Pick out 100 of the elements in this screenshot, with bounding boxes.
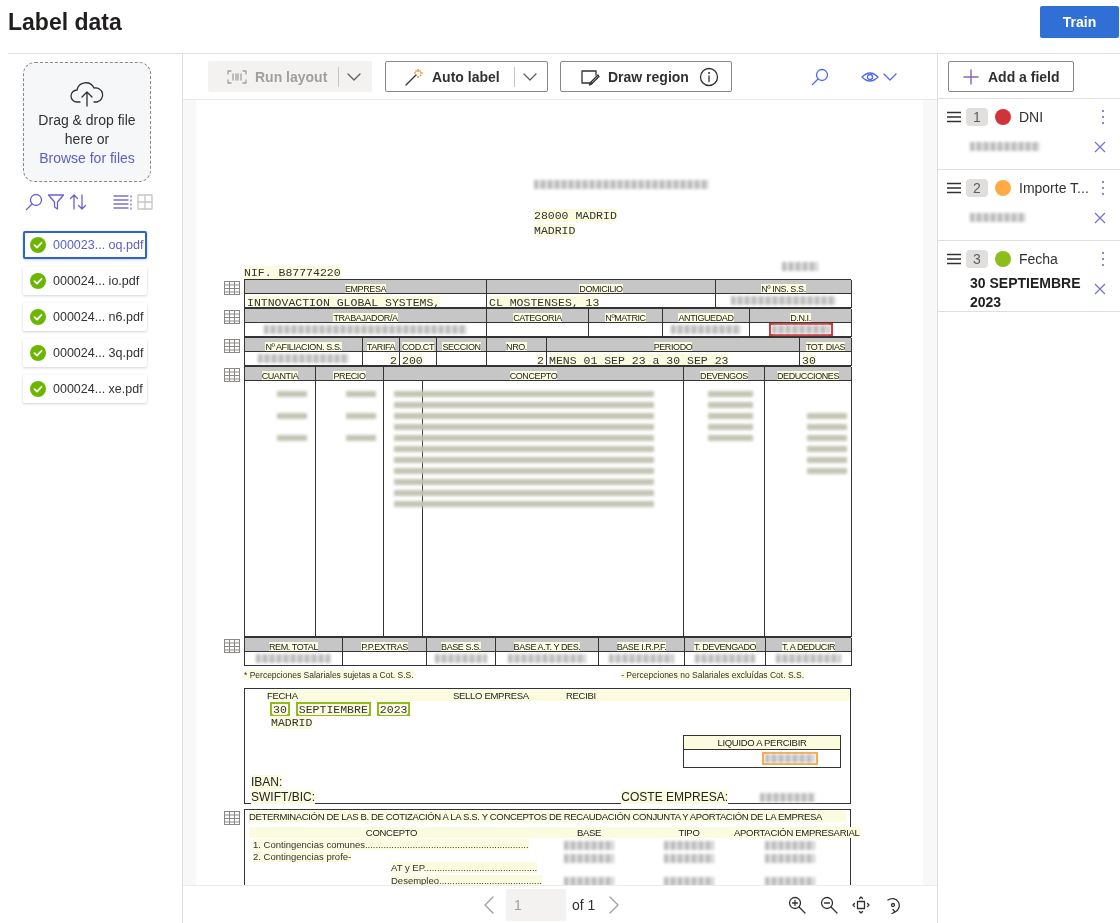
more-options-icon[interactable] — [1100, 251, 1106, 267]
file-item[interactable]: 000024... io.pdf — [23, 267, 147, 295]
column-header: P.P.EXTRAS — [361, 642, 408, 651]
file-item[interactable]: 000024... 3q.pdf — [23, 339, 147, 367]
file-item[interactable]: 000024... xe.pdf — [23, 375, 147, 403]
cost-label: COSTE EMPRESA: — [621, 790, 728, 804]
zoom-in-icon[interactable] — [788, 895, 806, 914]
redacted-text — [771, 325, 830, 334]
browse-files-link[interactable]: Browse for files — [39, 149, 135, 168]
table-cell: 2 — [537, 354, 544, 365]
table-icon[interactable] — [224, 281, 240, 295]
eye-icon[interactable] — [861, 70, 879, 83]
column-header: CONCEPTO — [249, 827, 534, 838]
chevron-left-icon[interactable] — [484, 895, 494, 914]
column-header: CONCEPTO — [509, 371, 558, 380]
table-cell: 200 — [402, 354, 423, 365]
column-header: COD.CT — [401, 342, 435, 351]
file-item[interactable]: 000024... n6.pdf — [23, 303, 147, 331]
redacted-text — [765, 876, 815, 885]
redacted-text — [564, 853, 614, 863]
column-header: DOMICILIO — [579, 284, 623, 293]
redacted-text — [671, 325, 741, 334]
fit-page-icon[interactable] — [852, 895, 870, 914]
file-item[interactable]: 000023... oq.pdf — [23, 231, 147, 259]
chevron-down-icon[interactable] — [883, 72, 897, 81]
sort-icon[interactable] — [69, 193, 87, 211]
column-header: EMPRESA — [344, 284, 387, 293]
list-view-icon[interactable] — [113, 194, 133, 210]
toolbar-button[interactable]: Draw region — [560, 61, 732, 92]
table-icon[interactable] — [224, 639, 240, 653]
table-cell: MENS 01 SEP 23 a 30 SEP 23 — [549, 354, 729, 365]
chevron-down-icon[interactable] — [523, 72, 537, 81]
page-title: Label data — [8, 9, 122, 36]
column-header: T. DEVENGADO — [693, 642, 757, 651]
column-header: BASE — [534, 827, 644, 838]
zoom-out-icon[interactable] — [820, 895, 838, 914]
redacted-text — [664, 841, 714, 851]
close-icon[interactable] — [1094, 212, 1106, 224]
place-name: MADRID — [271, 716, 313, 729]
table-icon[interactable] — [224, 310, 240, 324]
label-region[interactable] — [768, 323, 833, 336]
column-header: APORTACIÓN EMPRESARIAL — [734, 827, 860, 838]
box-label: SELLO EMPRESA — [453, 690, 566, 701]
net-pay-label: LIQUIDO A PERCIBIR — [684, 736, 840, 750]
redacted-text — [970, 142, 1040, 151]
cloud-upload-icon — [70, 81, 104, 107]
close-icon[interactable] — [1094, 141, 1106, 153]
plus-icon — [963, 68, 979, 85]
concept-label: 1. Contingencias comunes.............................................................. — [253, 839, 529, 851]
field-name: Fecha — [1019, 251, 1059, 267]
column-header: TRABAJADOR/A — [333, 313, 398, 322]
drag-handle-icon[interactable] — [946, 182, 962, 194]
drop-instructions: Drag & drop file here or — [37, 111, 137, 149]
field-name: DNI — [1019, 109, 1045, 125]
table-icon[interactable] — [224, 811, 240, 825]
column-header: TIPO — [644, 827, 734, 838]
redacted-text — [435, 654, 487, 663]
tax-id: NIF. B87774220 — [244, 266, 341, 279]
table-icon[interactable] — [224, 368, 240, 382]
table-title: DETERMINACIÓN DE LAS B. DE COTIZACIÓN A LA S.S. Y CONCEPTOS DE RECAUDACIÓN CONJUNTA Y APORTACIÓN DE LA EMPRESA — [249, 811, 846, 822]
column-header: BASE I.R.P.F. — [616, 642, 667, 651]
file-name: 000023... oq.pdf — [53, 238, 144, 252]
column-header: PERIODO — [653, 342, 693, 351]
column-header: DEDUCCIONES — [776, 371, 840, 380]
redacted-text — [564, 876, 614, 885]
redacted-text — [765, 853, 815, 863]
column-header: DEVENGOS — [700, 371, 748, 380]
search-icon[interactable] — [811, 67, 829, 86]
add-field-button[interactable]: Add a field — [948, 61, 1074, 92]
train-button[interactable]: Train — [1040, 6, 1119, 38]
redacted-text — [776, 654, 841, 663]
drag-handle-icon[interactable] — [946, 111, 962, 123]
column-header: PRECIO — [333, 371, 366, 380]
draw-region-icon — [580, 67, 600, 86]
column-header: CATEGORIA — [513, 313, 562, 322]
redacted-text — [564, 841, 614, 851]
redacted-text — [664, 876, 714, 885]
close-icon[interactable] — [1094, 283, 1106, 295]
info-icon[interactable] — [698, 66, 719, 87]
column-header: BASE A.T. Y DES. — [513, 642, 581, 651]
more-options-icon[interactable] — [1100, 180, 1106, 196]
field-number: 3 — [966, 250, 988, 268]
column-header: ANTIGUEDAD — [678, 313, 734, 322]
drag-handle-icon[interactable] — [946, 253, 962, 265]
redacted-text — [609, 654, 674, 663]
table-icon[interactable] — [224, 339, 240, 353]
redacted-text — [765, 841, 815, 851]
redacted-text — [765, 754, 815, 763]
concept-label: AT y EP........................................... — [391, 862, 538, 874]
drop-zone[interactable]: Drag & drop file here or Browse for files — [23, 62, 151, 182]
redacted-text — [664, 853, 714, 863]
chevron-right-icon[interactable] — [609, 895, 620, 914]
search-icon[interactable] — [25, 193, 43, 211]
split-button[interactable]: Auto label — [385, 61, 548, 92]
more-options-icon[interactable] — [1100, 109, 1106, 125]
filter-icon[interactable] — [47, 193, 65, 211]
column-header: CUANTIA — [261, 371, 299, 380]
footnote: - Percepciones no Salariales excluídas Cot. S.S. — [621, 670, 804, 680]
column-header: TARIFA — [366, 342, 396, 351]
footnote: * Percepciones Salariales sujetas a Cot. S.S. — [244, 670, 414, 680]
